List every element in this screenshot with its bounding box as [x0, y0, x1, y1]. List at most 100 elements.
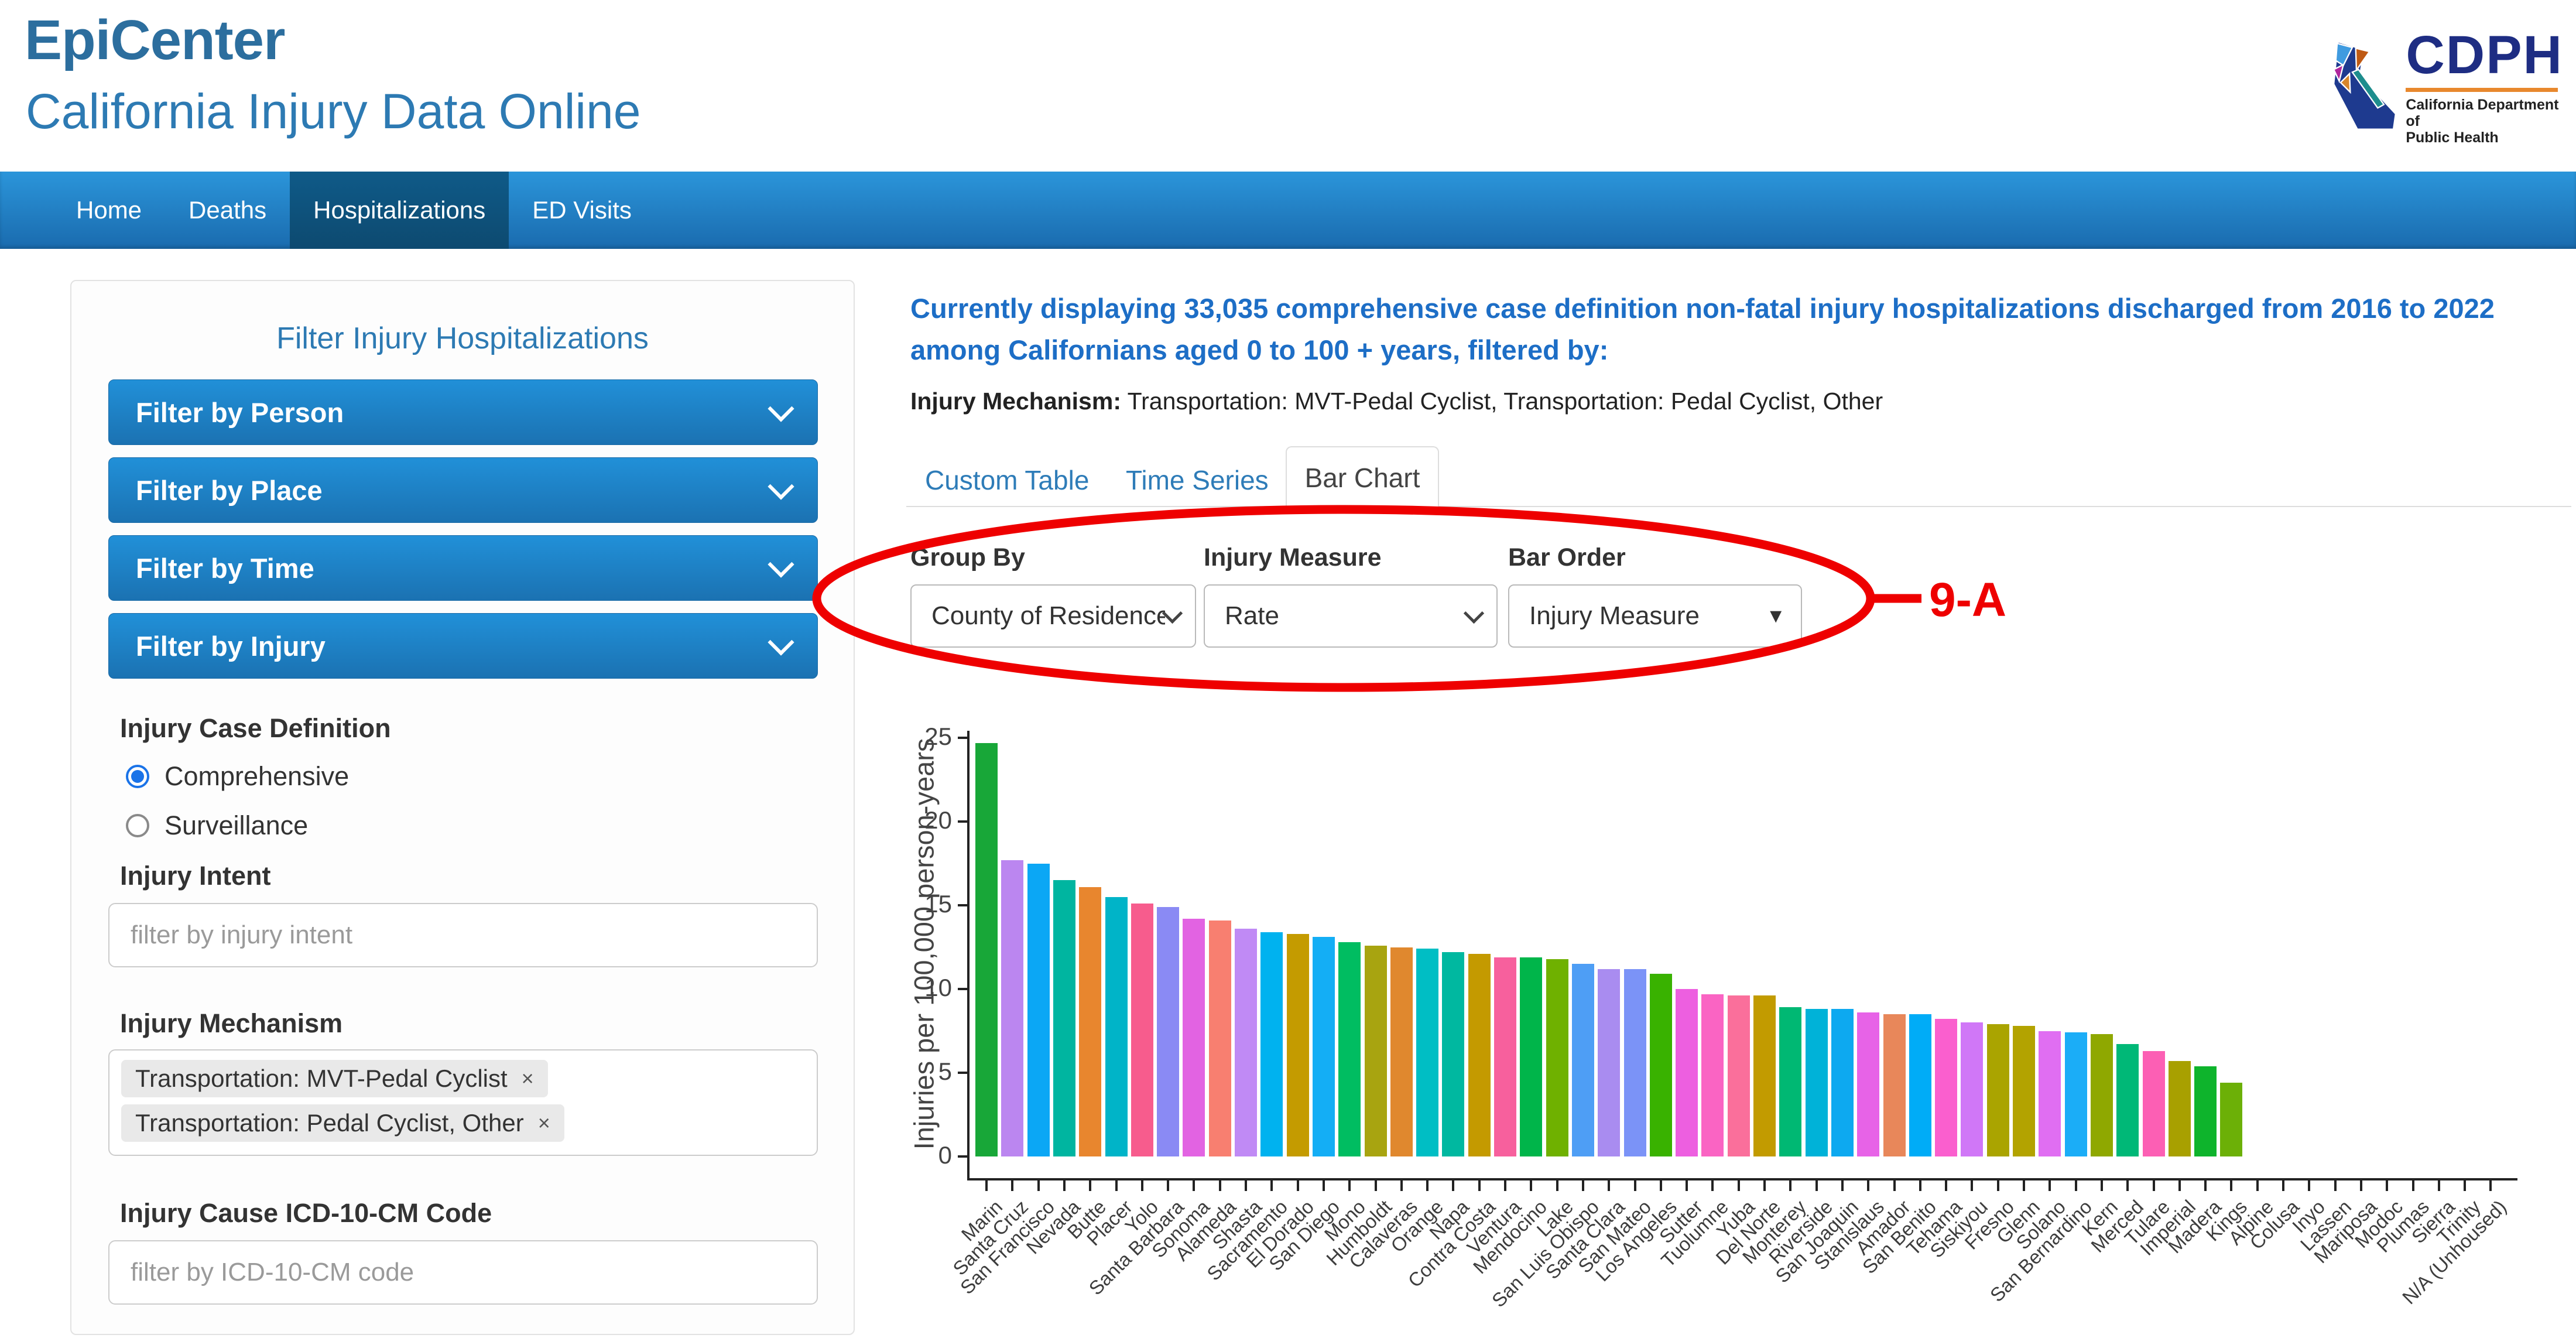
x-tick-mark — [2204, 1180, 2207, 1191]
injury-intent-label: Injury Intent — [120, 861, 271, 891]
bar-order-select[interactable]: Injury Measure ▼ — [1508, 584, 1802, 648]
x-tick-mark — [1011, 1180, 1013, 1191]
y-axis-spine — [967, 731, 970, 1180]
accordion-filter-by-place[interactable]: Filter by Place — [108, 457, 818, 523]
tab-time-series[interactable]: Time Series — [1120, 454, 1275, 506]
radio-label: Surveillance — [165, 810, 308, 841]
bar-mendocino — [1520, 957, 1542, 1156]
bar-el-dorado — [1287, 934, 1309, 1156]
x-tick-mark — [1426, 1180, 1429, 1191]
bar-kern — [2091, 1034, 2113, 1156]
x-tick-mark — [2464, 1180, 2466, 1191]
page: EpiCenter California Injury Data Online … — [0, 0, 2576, 1338]
cdph-acronym: CDPH — [2406, 28, 2563, 82]
x-tick-mark — [1789, 1180, 1791, 1191]
x-tick-mark — [1530, 1180, 1532, 1191]
group-by-select[interactable]: County of Residence — [910, 584, 1196, 648]
x-tick-mark — [1763, 1180, 1766, 1191]
icd-code-input[interactable] — [108, 1240, 818, 1305]
bar-solano — [2039, 1031, 2061, 1157]
injury-intent-input[interactable] — [108, 903, 818, 967]
x-tick-mark — [2049, 1180, 2051, 1191]
x-tick-mark — [2230, 1180, 2232, 1191]
x-tick-mark — [1400, 1180, 1403, 1191]
logo-org-line1: California Department of — [2406, 97, 2563, 129]
x-tick-mark — [1608, 1180, 1610, 1191]
x-tick-mark — [2360, 1180, 2362, 1191]
x-tick-mark — [1504, 1180, 1506, 1191]
x-tick-mark — [1452, 1180, 1454, 1191]
accordion-filter-by-injury[interactable]: Filter by Injury — [108, 613, 818, 679]
y-tick-mark — [958, 988, 967, 990]
injury-measure-label: Injury Measure — [1204, 543, 1382, 572]
bar-marin — [975, 743, 998, 1156]
y-tick-mark — [958, 820, 967, 823]
bar-humboldt — [1365, 946, 1387, 1156]
x-axis-spine — [967, 1178, 2517, 1180]
nav-item-hospitalizations[interactable]: Hospitalizations — [290, 172, 509, 249]
bar-los-angeles — [1650, 974, 1672, 1156]
x-tick-mark — [2023, 1180, 2025, 1191]
radio-comprehensive[interactable]: Comprehensive — [126, 761, 349, 792]
bar-placer — [1105, 897, 1128, 1156]
bar-imperial — [2169, 1061, 2191, 1156]
dropdown-triangle-icon: ▼ — [1766, 605, 1786, 628]
x-tick-mark — [2489, 1180, 2492, 1191]
bar-alameda — [1209, 920, 1231, 1156]
x-tick-mark — [2412, 1180, 2414, 1191]
x-tick-mark — [1141, 1180, 1143, 1191]
tag-label: Transportation: MVT-Pedal Cyclist — [135, 1065, 508, 1093]
remove-tag-icon[interactable]: × — [522, 1068, 534, 1089]
bar-san-luis-obispo — [1572, 964, 1594, 1156]
x-tick-mark — [1893, 1180, 1896, 1191]
chevron-down-icon — [768, 629, 794, 655]
bar-lake — [1546, 959, 1568, 1156]
x-tick-mark — [1867, 1180, 1869, 1191]
bar-san-joaquin — [1831, 1009, 1854, 1156]
y-tick-label: 25 — [888, 723, 952, 751]
logo-rule — [2406, 88, 2558, 92]
icd-code-label: Injury Cause ICD-10-CM Code — [120, 1198, 492, 1229]
radio-selected-icon[interactable] — [126, 765, 149, 788]
dropdown-chevron-icon — [1162, 603, 1183, 623]
tag-label: Transportation: Pedal Cyclist, Other — [135, 1109, 524, 1137]
x-tick-mark — [2386, 1180, 2388, 1191]
x-tick-mark — [1193, 1180, 1195, 1191]
x-tick-mark — [2126, 1180, 2129, 1191]
y-tick-mark — [958, 904, 967, 906]
selected-value: Injury Measure — [1529, 601, 1700, 631]
nav-item-ed-visits[interactable]: ED Visits — [509, 172, 655, 249]
y-tick-label: 0 — [888, 1141, 952, 1169]
y-tick-label: 10 — [888, 974, 952, 1002]
bar-san-francisco — [1027, 864, 1050, 1157]
bar-yolo — [1131, 904, 1153, 1156]
chevron-down-icon — [768, 395, 794, 422]
x-tick-mark — [1686, 1180, 1688, 1191]
accordion-filter-by-time[interactable]: Filter by Time — [108, 535, 818, 601]
accordion-filter-by-person[interactable]: Filter by Person — [108, 379, 818, 445]
bar-ventura — [1494, 957, 1516, 1156]
y-tick-label: 5 — [888, 1058, 952, 1086]
remove-tag-icon[interactable]: × — [538, 1113, 550, 1134]
y-tick-mark — [958, 1155, 967, 1158]
bar-madera — [2194, 1066, 2217, 1156]
x-tick-mark — [1841, 1180, 1844, 1191]
injury-mechanism-multiselect[interactable]: Transportation: MVT-Pedal Cyclist × Transp… — [108, 1049, 818, 1156]
x-tick-mark — [2282, 1180, 2284, 1191]
radio-surveillance[interactable]: Surveillance — [126, 810, 349, 841]
bar-mono — [1338, 942, 1361, 1156]
injury-measure-select[interactable]: Rate — [1204, 584, 1498, 648]
bar-glenn — [2013, 1026, 2035, 1156]
bar-del-norte — [1753, 995, 1776, 1156]
nav-item-home[interactable]: Home — [53, 172, 165, 249]
radio-unselected-icon[interactable] — [126, 814, 149, 837]
bar-yuba — [1728, 995, 1750, 1156]
tab-bar-chart[interactable]: Bar Chart — [1286, 446, 1439, 508]
chevron-down-icon — [768, 551, 794, 577]
bar-shasta — [1235, 929, 1257, 1156]
bar-orange — [1416, 949, 1438, 1156]
bar-contra-costa — [1468, 954, 1491, 1156]
nav-item-deaths[interactable]: Deaths — [165, 172, 290, 249]
x-tick-mark — [1582, 1180, 1584, 1191]
tab-custom-table[interactable]: Custom Table — [919, 454, 1095, 506]
